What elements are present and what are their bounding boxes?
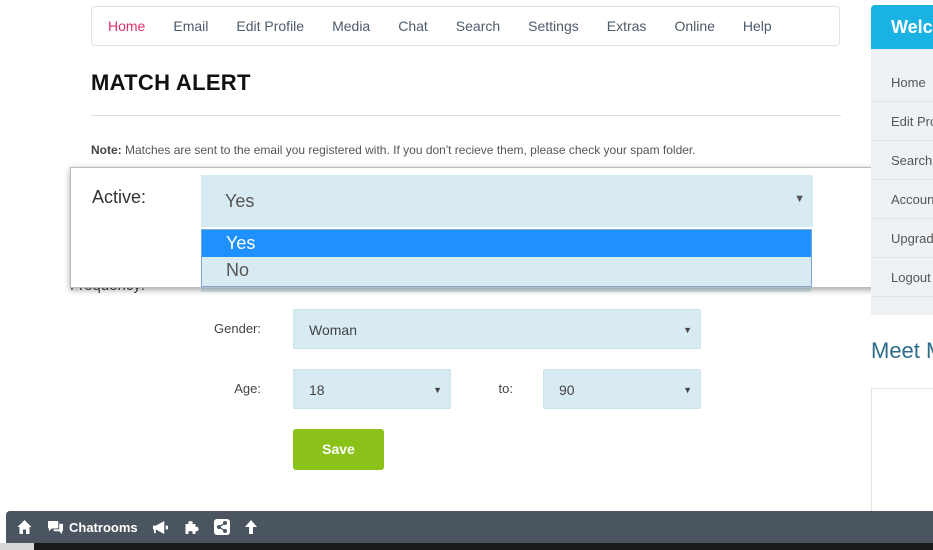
- gender-value: Woman: [309, 322, 357, 338]
- age-to-select[interactable]: 90 ▼: [543, 369, 701, 409]
- gender-label: Gender:: [214, 321, 261, 336]
- nav-search[interactable]: Search: [456, 18, 500, 34]
- sidebar-item-search[interactable]: Search: [871, 141, 933, 180]
- sidebar-item-account[interactable]: Account: [871, 180, 933, 219]
- sidebar-item-upgrade[interactable]: Upgrade: [871, 219, 933, 258]
- active-select[interactable]: Yes ▼: [201, 175, 813, 227]
- chevron-down-icon: ▼: [794, 193, 805, 205]
- note-text: Note: Matches are sent to the email you …: [91, 143, 696, 157]
- active-value: Yes: [225, 191, 255, 211]
- page: Home Email Edit Profile Media Chat Searc…: [0, 0, 933, 550]
- share-icon[interactable]: [213, 519, 230, 535]
- chat-bubbles-icon: [48, 520, 63, 534]
- sidebar-menu: Home Edit Profile Search Account Upgrade…: [871, 49, 933, 315]
- puzzle-icon[interactable]: [183, 519, 200, 535]
- age-from-value: 18: [309, 382, 325, 398]
- nav-chat[interactable]: Chat: [398, 18, 428, 34]
- meet-panel: [871, 388, 933, 518]
- nav-online[interactable]: Online: [674, 18, 714, 34]
- nav-extras[interactable]: Extras: [607, 18, 647, 34]
- chevron-down-icon: ▼: [683, 385, 692, 395]
- meet-heading: Meet Me: [871, 338, 933, 363]
- save-button[interactable]: Save: [293, 429, 384, 470]
- footer-strip: [0, 543, 933, 550]
- nav-email[interactable]: Email: [173, 18, 208, 34]
- age-to-label: to:: [498, 381, 513, 396]
- home-icon[interactable]: [16, 519, 33, 535]
- age-label: Age:: [234, 381, 261, 396]
- nav-media[interactable]: Media: [332, 18, 370, 34]
- active-options-list: Yes No: [201, 229, 812, 287]
- arrow-up-icon[interactable]: [244, 519, 258, 535]
- sidebar-item-home[interactable]: Home: [871, 63, 933, 102]
- sidebar-item-logout[interactable]: Logout: [871, 258, 933, 297]
- gender-select[interactable]: Woman ▼: [293, 309, 701, 349]
- divider: [91, 115, 841, 116]
- footer-strip-left: [0, 543, 34, 550]
- page-title: MATCH ALERT: [91, 70, 251, 95]
- sidebar-item-edit-profile[interactable]: Edit Profile: [871, 102, 933, 141]
- note-label: Note:: [91, 143, 122, 157]
- active-label: Active:: [92, 187, 147, 207]
- nav-edit-profile[interactable]: Edit Profile: [236, 18, 304, 34]
- chatrooms-label: Chatrooms: [69, 519, 138, 535]
- note-body: Matches are sent to the email you regist…: [121, 143, 696, 157]
- nav-help[interactable]: Help: [743, 18, 772, 34]
- nav-settings[interactable]: Settings: [528, 18, 579, 34]
- active-option-no[interactable]: No: [202, 257, 811, 284]
- bottom-bar: Chatrooms: [6, 511, 933, 543]
- megaphone-icon[interactable]: [152, 520, 169, 535]
- nav-home[interactable]: Home: [108, 18, 145, 34]
- welcome-header: Welcome: [871, 5, 933, 49]
- chevron-down-icon: ▼: [683, 325, 692, 335]
- active-option-yes[interactable]: Yes: [202, 230, 811, 257]
- chatrooms-button[interactable]: Chatrooms: [47, 520, 138, 535]
- age-to-value: 90: [559, 382, 575, 398]
- top-nav: Home Email Edit Profile Media Chat Searc…: [91, 6, 840, 46]
- active-dropdown-popup: Active: Yes ▼ Yes No: [70, 167, 889, 288]
